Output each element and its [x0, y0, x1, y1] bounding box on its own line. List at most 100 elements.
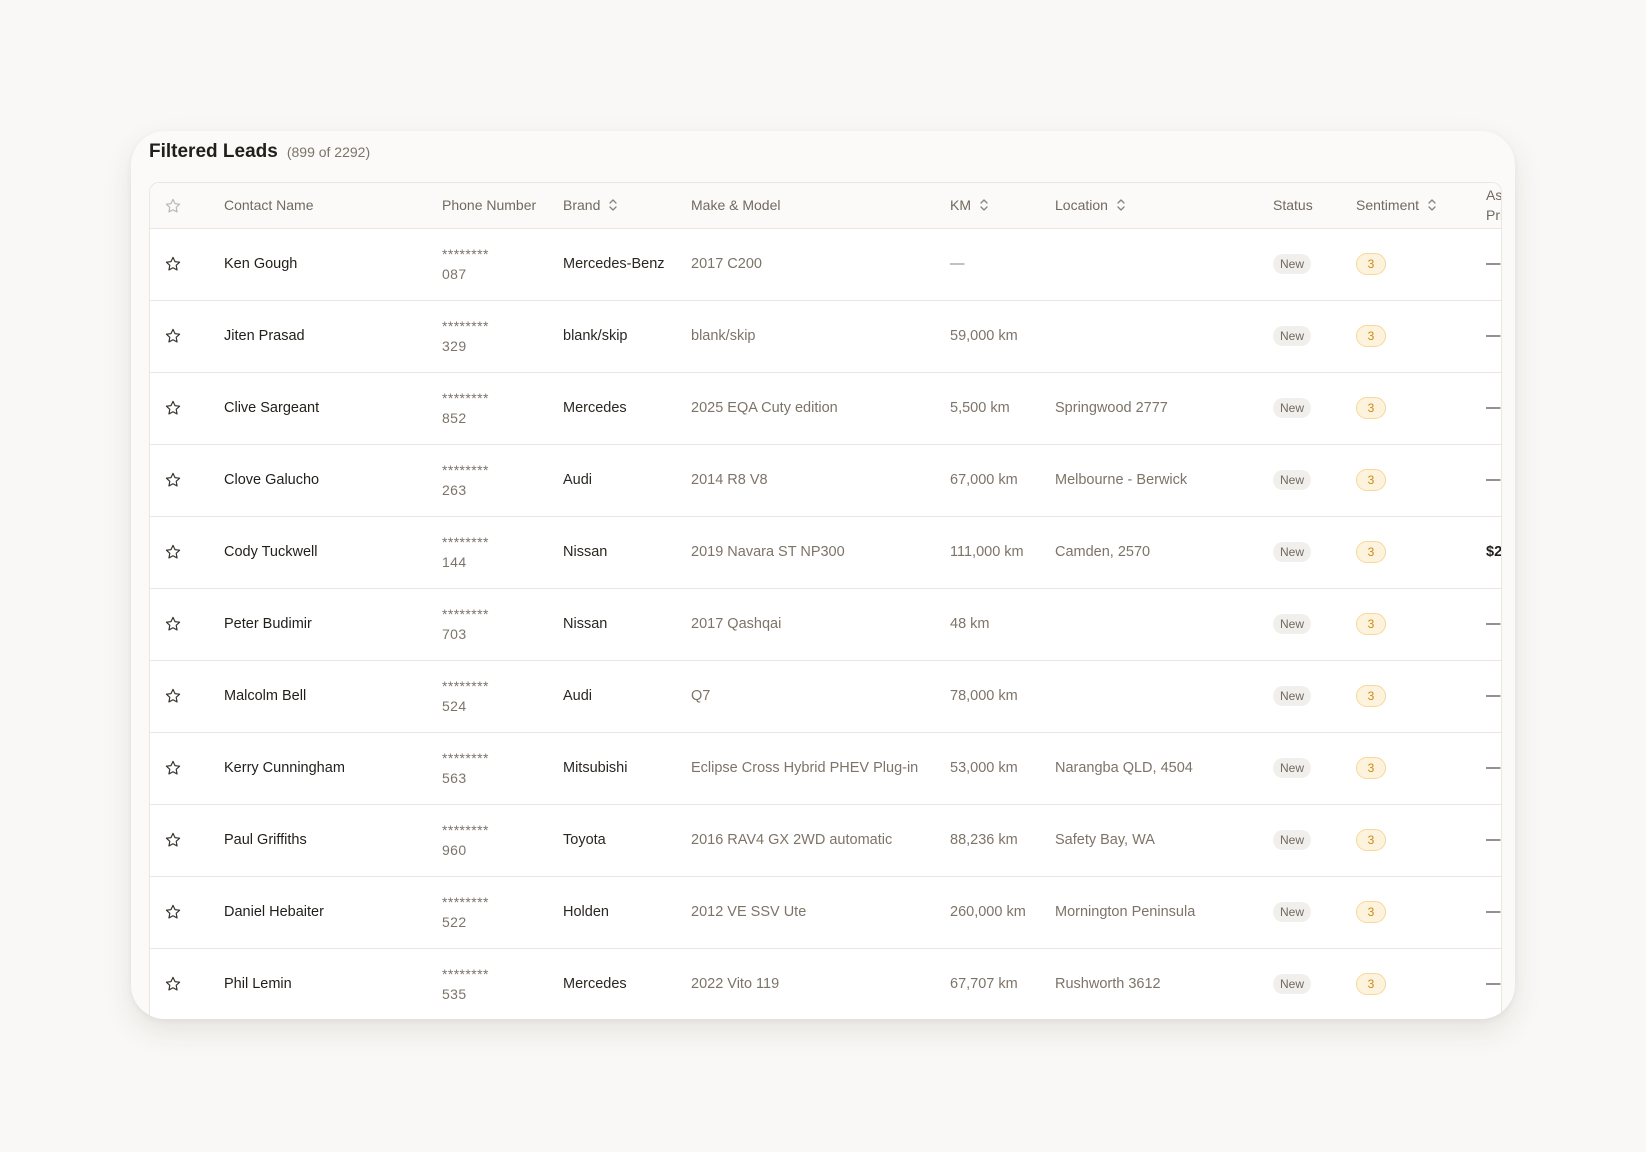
asking-price: — [1486, 832, 1501, 848]
table-row[interactable]: Jiten Prasad ******** 329 blank/skip bla… [150, 300, 1501, 372]
header-asking-price[interactable]: Asking Price [1486, 183, 1501, 229]
header-km[interactable]: KM [950, 183, 1055, 229]
make-model-cell: 2014 R8 V8 [691, 444, 950, 516]
contact-name-cell: Phil Lemin [224, 948, 442, 1019]
km-value: 59,000 km [950, 328, 1018, 344]
asking-price-cell: — [1486, 876, 1501, 948]
table-row[interactable]: Daniel Hebaiter ******** 522 Holden 2012… [150, 876, 1501, 948]
contact-name[interactable]: Kerry Cunningham [224, 760, 345, 776]
sentiment-cell: 3 [1356, 372, 1486, 444]
star-icon[interactable] [164, 197, 182, 215]
sort-updown-icon[interactable] [1427, 198, 1437, 212]
header-status[interactable]: Status [1273, 183, 1356, 229]
card-header: Filtered Leads (899 of 2292) [149, 141, 370, 175]
asking-price: — [1486, 400, 1501, 416]
contact-name[interactable]: Cody Tuckwell [224, 544, 317, 560]
contact-name-cell: Cody Tuckwell [224, 516, 442, 588]
table-row[interactable]: Clove Galucho ******** 263 Audi 2014 R8 … [150, 444, 1501, 516]
contact-name[interactable]: Daniel Hebaiter [224, 904, 324, 920]
km-cell: 48 km [950, 588, 1055, 660]
leads-table-container[interactable]: Contact Name Phone Number Brand Make & M… [149, 182, 1502, 1019]
table-body: Ken Gough ******** 087 Mercedes-Benz 201… [150, 228, 1501, 1019]
header-brand[interactable]: Brand [563, 183, 691, 229]
phone-masked: ******** [442, 822, 489, 838]
sort-updown-icon[interactable] [1116, 198, 1126, 212]
km-cell: 88,236 km [950, 804, 1055, 876]
star-icon[interactable] [164, 687, 182, 705]
header-label: Contact Name [224, 197, 314, 214]
star-icon[interactable] [164, 255, 182, 273]
contact-name[interactable]: Clove Galucho [224, 472, 319, 488]
header-contact-name[interactable]: Contact Name [224, 183, 442, 229]
star-icon[interactable] [164, 327, 182, 345]
star-icon[interactable] [164, 903, 182, 921]
table-header: Contact Name Phone Number Brand Make & M… [150, 183, 1501, 229]
sentiment-cell: 3 [1356, 300, 1486, 372]
phone-masked: ******** [442, 534, 489, 550]
sentiment-badge: 3 [1356, 397, 1386, 419]
contact-name-cell: Peter Budimir [224, 588, 442, 660]
contact-name[interactable]: Phil Lemin [224, 976, 292, 992]
header-location[interactable]: Location [1055, 183, 1273, 229]
brand-cell: Nissan [563, 516, 691, 588]
make-model-cell: blank/skip [691, 300, 950, 372]
phone-cell: ******** 263 [442, 444, 563, 516]
header-label: Status [1273, 197, 1313, 214]
header-label: Location [1055, 197, 1108, 214]
header-phone-number[interactable]: Phone Number [442, 183, 563, 229]
star-icon[interactable] [164, 975, 182, 993]
table-row[interactable]: Kerry Cunningham ******** 563 Mitsubishi… [150, 732, 1501, 804]
brand: Audi [563, 688, 593, 704]
contact-name[interactable]: Ken Gough [224, 256, 297, 272]
table-row[interactable]: Malcolm Bell ******** 524 Audi Q7 78,000… [150, 660, 1501, 732]
status-badge: New [1273, 542, 1312, 562]
contact-name[interactable]: Clive Sargeant [224, 400, 319, 416]
star-icon[interactable] [164, 831, 182, 849]
header-sentiment[interactable]: Sentiment [1356, 183, 1486, 229]
km-value: 260,000 km [950, 904, 1026, 920]
star-icon[interactable] [164, 543, 182, 561]
phone-last-digits: 960 [442, 842, 467, 858]
phone-masked: ******** [442, 318, 489, 334]
table-row[interactable]: Clive Sargeant ******** 852 Mercedes 202… [150, 372, 1501, 444]
star-icon[interactable] [164, 471, 182, 489]
star-cell [150, 948, 224, 1019]
header-star-column[interactable] [150, 183, 224, 229]
header-make-model[interactable]: Make & Model [691, 183, 950, 229]
sort-updown-icon[interactable] [608, 198, 618, 212]
make-model-cell: 2016 RAV4 GX 2WD automatic [691, 804, 950, 876]
contact-name[interactable]: Peter Budimir [224, 616, 312, 632]
contact-name[interactable]: Paul Griffiths [224, 832, 307, 848]
phone-last-digits: 522 [442, 914, 467, 930]
sort-updown-icon[interactable] [979, 198, 989, 212]
sentiment-cell: 3 [1356, 804, 1486, 876]
star-icon[interactable] [164, 615, 182, 633]
make-model-cell: 2022 Vito 119 [691, 948, 950, 1019]
contact-name[interactable]: Malcolm Bell [224, 688, 306, 704]
phone-masked: ******** [442, 246, 489, 262]
contact-name[interactable]: Jiten Prasad [224, 328, 305, 344]
star-cell [150, 444, 224, 516]
make-model: 2025 EQA Cuty edition [691, 400, 838, 416]
star-cell [150, 660, 224, 732]
phone-cell: ******** 522 [442, 876, 563, 948]
make-model: Eclipse Cross Hybrid PHEV Plug-in [691, 760, 919, 776]
location-cell: Camden, 2570 [1055, 516, 1273, 588]
brand-cell: blank/skip [563, 300, 691, 372]
asking-price-cell: — [1486, 444, 1501, 516]
table-row[interactable]: Ken Gough ******** 087 Mercedes-Benz 201… [150, 228, 1501, 300]
table-row[interactable]: Paul Griffiths ******** 960 Toyota 2016 … [150, 804, 1501, 876]
star-icon[interactable] [164, 759, 182, 777]
location: Rushworth 3612 [1055, 976, 1161, 992]
table-row[interactable]: Peter Budimir ******** 703 Nissan 2017 Q… [150, 588, 1501, 660]
location-cell: Safety Bay, WA [1055, 804, 1273, 876]
status-badge: New [1273, 974, 1312, 994]
status-cell: New [1273, 876, 1356, 948]
phone-cell: ******** 535 [442, 948, 563, 1019]
phone-cell: ******** 087 [442, 228, 563, 300]
star-icon[interactable] [164, 399, 182, 417]
header-label: Brand [563, 197, 601, 214]
table-row[interactable]: Phil Lemin ******** 535 Mercedes 2022 Vi… [150, 948, 1501, 1019]
star-cell [150, 588, 224, 660]
table-row[interactable]: Cody Tuckwell ******** 144 Nissan 2019 N… [150, 516, 1501, 588]
